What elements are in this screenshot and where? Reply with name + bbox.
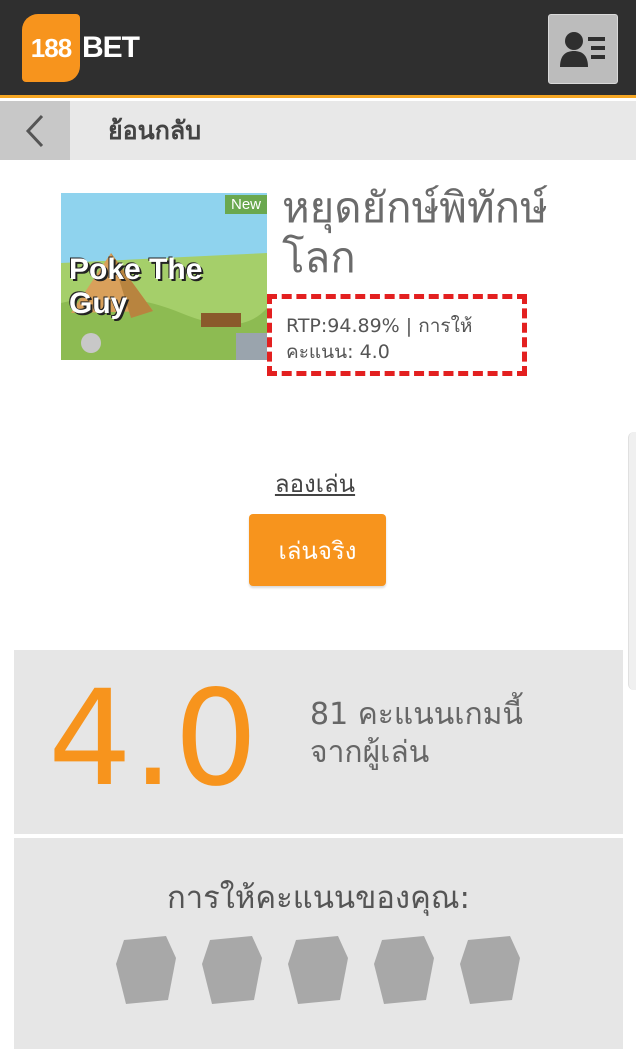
your-rating-panel: การให้คะแนนของคุณ: — [14, 838, 623, 1049]
rating-stars — [114, 934, 522, 1006]
back-bar: ย้อนกลับ — [0, 101, 636, 160]
scrollbar[interactable] — [628, 432, 636, 690]
demo-play-link[interactable]: ลองเล่น — [200, 464, 430, 503]
account-menu-button[interactable] — [548, 14, 618, 84]
game-thumbnail[interactable]: New Poke The Guy — [61, 193, 267, 360]
average-score: 4.0 — [48, 662, 258, 816]
rtp-highlight-box: RTP:94.89% | การให้คะแนน: 4.0 — [267, 294, 527, 376]
back-label[interactable]: ย้อนกลับ — [108, 101, 201, 160]
game-title: หยุดยักษ์พิทักษ์โลก — [282, 183, 548, 282]
your-rating-label: การให้คะแนนของคุณ: — [166, 880, 471, 916]
user-menu-icon — [560, 32, 605, 67]
rating-star-4-icon[interactable] — [372, 934, 436, 1006]
rating-star-3-icon[interactable] — [286, 934, 350, 1006]
rating-star-2-icon[interactable] — [200, 934, 264, 1006]
top-bar: 188 BET — [0, 0, 636, 98]
new-badge: New — [224, 195, 267, 214]
rating-star-5-icon[interactable] — [458, 934, 522, 1006]
rating-summary-panel: 4.0 81 คะแนนเกมนี้จากผู้เล่น — [14, 650, 623, 834]
rating-count-text: 81 คะแนนเกมนี้จากผู้เล่น — [310, 697, 523, 770]
real-play-button[interactable]: เล่นจริง — [249, 514, 386, 586]
chevron-left-icon — [25, 114, 44, 147]
thumbnail-title: Poke The Guy — [69, 253, 203, 320]
rating-star-1-icon[interactable] — [114, 934, 178, 1006]
logo-badge: 188 — [22, 14, 80, 82]
back-button[interactable] — [0, 101, 70, 160]
brand-logo[interactable]: 188 BET — [22, 14, 140, 82]
rtp-rating-text: RTP:94.89% | การให้คะแนน: 4.0 — [286, 315, 473, 363]
logo-text: BET — [82, 31, 140, 64]
